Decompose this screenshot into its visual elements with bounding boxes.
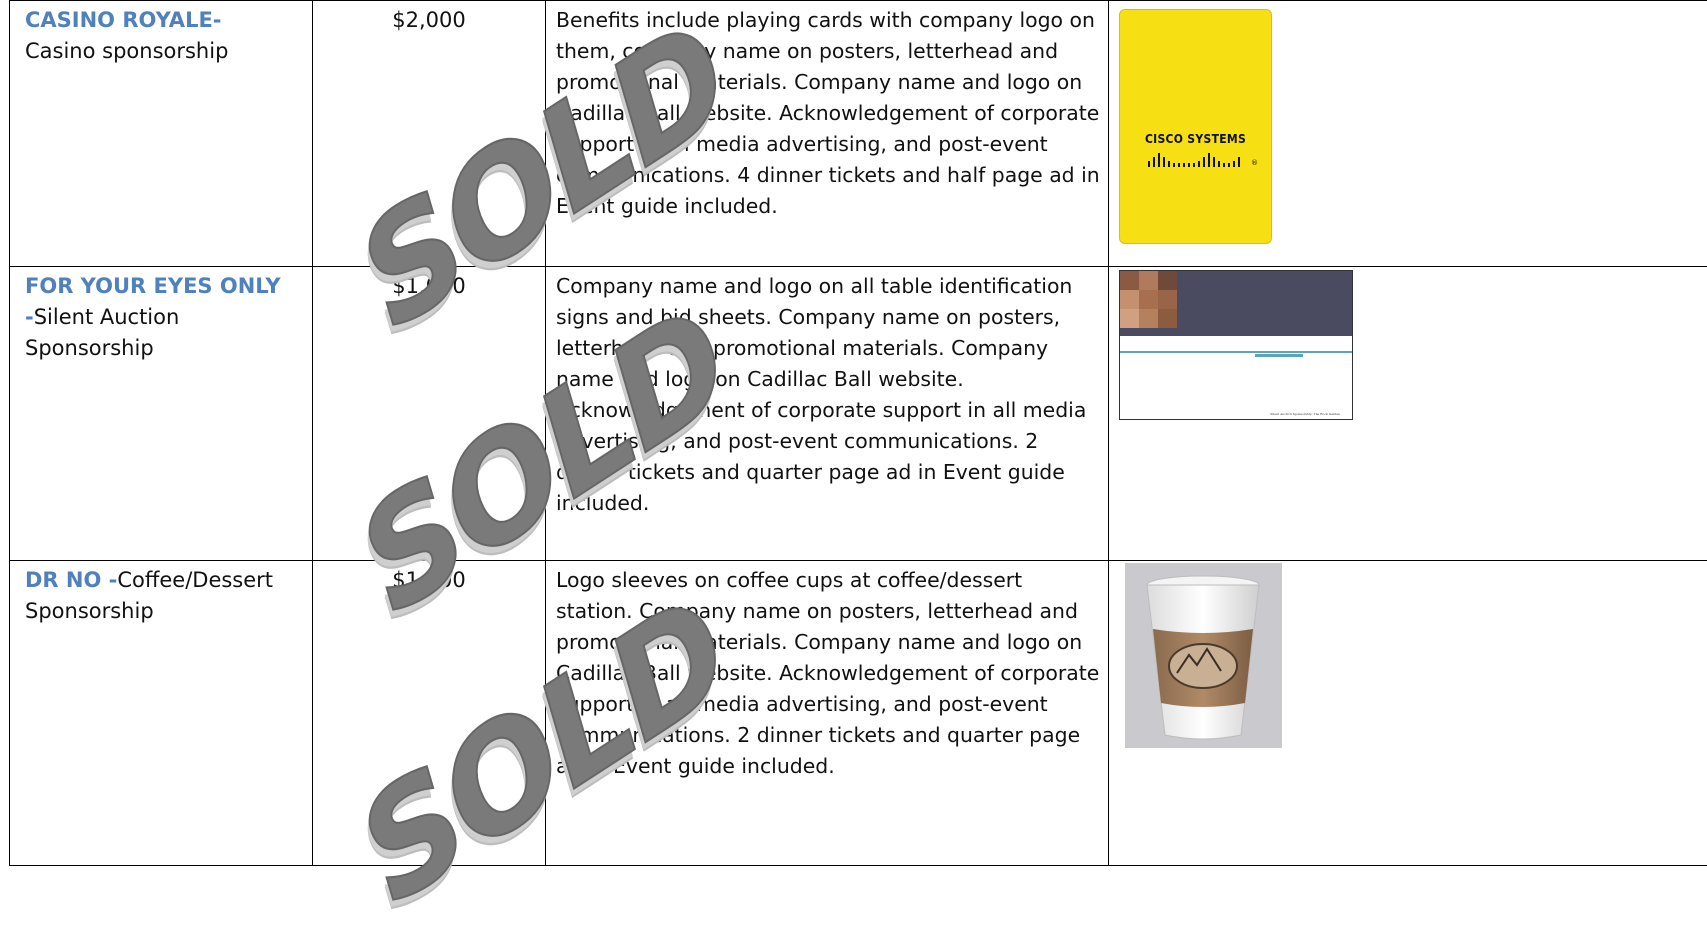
image-cell: TABLE 1 CLOSES AT 8:00 PM Silent Auction… xyxy=(1109,267,1707,561)
price-cell: $2,000 xyxy=(313,1,546,267)
sponsorship-table: CASINO ROYALE- Casino sponsorship $2,000… xyxy=(9,0,1707,866)
sponsorship-price: $1,000 xyxy=(392,274,465,298)
coffee-cup-icon xyxy=(1125,563,1282,748)
cisco-bridge-logo-icon xyxy=(1146,151,1246,167)
sponsorship-description: Logo sleeves on coffee cups at coffee/de… xyxy=(556,568,1099,778)
sponsorship-title-dash: - xyxy=(25,305,34,329)
description-cell: Logo sleeves on coffee cups at coffee/de… xyxy=(546,561,1109,866)
description-cell: Company name and logo on all table ident… xyxy=(546,267,1109,561)
sponsorship-title: CASINO ROYALE- xyxy=(25,8,222,32)
playing-card-image: CISCO SYSTEMS ® xyxy=(1119,9,1272,244)
price-cell: $1,000 xyxy=(313,561,546,866)
card-brand-text: CISCO SYSTEMS xyxy=(1120,132,1271,146)
sponsorship-description: Benefits include playing cards with comp… xyxy=(556,8,1100,218)
price-cell: $1,000 xyxy=(313,267,546,561)
sponsorship-name-cell: CASINO ROYALE- Casino sponsorship xyxy=(10,1,313,267)
sponsorship-subtitle: Silent Auction Sponsorship xyxy=(25,305,179,360)
sponsorship-description: Company name and logo on all table ident… xyxy=(556,274,1086,515)
actor-photos-image xyxy=(1120,271,1178,329)
registered-mark: ® xyxy=(1251,159,1258,167)
coffee-cup-image xyxy=(1125,563,1282,748)
slide-title: TABLE 1 CLOSES AT 8:00 PM xyxy=(1140,335,1301,348)
sponsorship-name-cell: DR NO -Coffee/Dessert Sponsorship xyxy=(10,561,313,866)
slide-caption: Silent Auction Sponsorship: The Rock Gar… xyxy=(1270,412,1340,416)
table-row: CASINO ROYALE- Casino sponsorship $2,000… xyxy=(10,1,1707,267)
sponsorship-subtitle: Casino sponsorship xyxy=(25,39,228,63)
sponsorship-price: $1,000 xyxy=(392,568,465,592)
sponsorship-name-cell: FOR YOUR EYES ONLY -Silent Auction Spons… xyxy=(10,267,313,561)
description-cell: Benefits include playing cards with comp… xyxy=(546,1,1109,267)
sponsorship-price: $2,000 xyxy=(392,8,465,32)
sponsorship-title: FOR YOUR EYES ONLY xyxy=(25,274,281,298)
image-cell: CISCO SYSTEMS ® xyxy=(1109,1,1707,267)
table-row: FOR YOUR EYES ONLY -Silent Auction Spons… xyxy=(10,267,1707,561)
image-cell xyxy=(1109,561,1707,866)
sponsorship-title: DR NO - xyxy=(25,568,117,592)
table-row: DR NO -Coffee/Dessert Sponsorship $1,000… xyxy=(10,561,1707,866)
slide-thumbnail-image: TABLE 1 CLOSES AT 8:00 PM Silent Auction… xyxy=(1119,270,1353,420)
